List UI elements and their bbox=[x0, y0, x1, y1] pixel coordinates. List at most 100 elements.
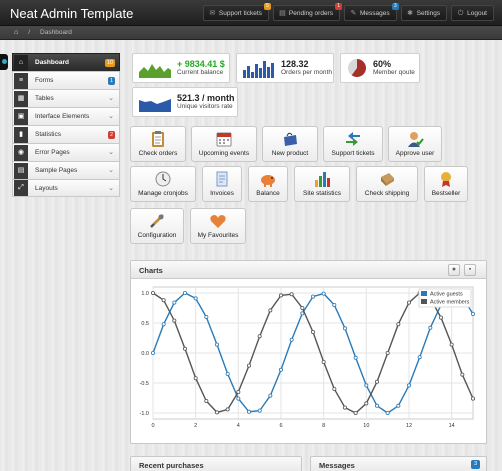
chevron-down-icon: ⌄ bbox=[108, 113, 114, 120]
data-point bbox=[460, 372, 465, 377]
pages-icon: ▤ bbox=[14, 162, 28, 179]
stat-label: Member qoute bbox=[373, 69, 415, 76]
y-tick-label: -0.5 bbox=[140, 381, 149, 387]
sidebar-item-label: Dashboard bbox=[35, 59, 69, 66]
messages-button[interactable]: ✎ Messages 3 bbox=[343, 3, 399, 21]
sidebar-item-label: Layouts bbox=[35, 184, 58, 192]
clipboard-icon bbox=[152, 131, 164, 147]
balance-button[interactable]: Balance bbox=[248, 166, 288, 202]
stat-orders-per-month[interactable]: 128.32 Orders per month bbox=[236, 53, 334, 83]
data-point bbox=[396, 403, 401, 408]
upcoming-events-button[interactable]: Upcoming events bbox=[191, 126, 257, 162]
sidebar-item-error-pages[interactable]: ◉ Error Pages ⌄ bbox=[12, 143, 120, 161]
data-point bbox=[150, 351, 155, 356]
data-point bbox=[470, 396, 475, 401]
data-point bbox=[417, 355, 422, 360]
chart-icon: ▮ bbox=[14, 126, 28, 143]
refresh-icon[interactable]: ● bbox=[448, 264, 460, 276]
data-point bbox=[150, 290, 155, 295]
table-icon: ▦ bbox=[14, 90, 28, 107]
data-point bbox=[172, 300, 177, 305]
sidebar-toggle-handle[interactable] bbox=[0, 54, 8, 70]
breadcrumb: ⌂ / Dashboard bbox=[0, 26, 502, 40]
sidebar-item-layouts[interactable]: ⤢ Layouts ⌄ bbox=[12, 179, 120, 197]
messages-panel-title: Messages bbox=[319, 461, 355, 470]
data-point bbox=[161, 298, 166, 303]
y-tick-label: 1.0 bbox=[141, 291, 149, 297]
data-point bbox=[193, 376, 198, 381]
shortcut-label: Configuration bbox=[137, 232, 177, 239]
check-shipping-button[interactable]: Check shipping bbox=[356, 166, 418, 202]
save-icon[interactable]: ▪ bbox=[464, 264, 476, 276]
data-point bbox=[225, 372, 230, 377]
data-point bbox=[449, 342, 454, 347]
shortcut-label: Check shipping bbox=[364, 190, 410, 197]
app-title: Neat Admin Template bbox=[10, 6, 134, 21]
tools-icon bbox=[150, 214, 164, 228]
stat-member-quote[interactable]: 60% Member qoute bbox=[340, 53, 420, 83]
breadcrumb-current[interactable]: Dashboard bbox=[40, 29, 72, 36]
my-favourites-button[interactable]: My Favourites bbox=[190, 208, 246, 244]
pending-orders-button[interactable]: ▤ Pending orders 1 bbox=[272, 3, 342, 21]
sidebar-item-label: Statistics bbox=[35, 131, 62, 138]
site-statistics-button[interactable]: Site statistics bbox=[294, 166, 350, 202]
sidebar-item-forms[interactable]: ≡ Forms 1 bbox=[12, 71, 120, 89]
piggy-bank-icon bbox=[261, 175, 275, 187]
configuration-button[interactable]: Configuration bbox=[130, 208, 184, 244]
sidebar-item-label: Tables bbox=[35, 95, 54, 102]
award-icon bbox=[441, 172, 451, 187]
data-point bbox=[321, 291, 326, 296]
cart-icon: ▤ bbox=[279, 9, 286, 17]
x-tick-label: 2 bbox=[194, 423, 197, 429]
x-tick-label: 10 bbox=[363, 423, 369, 429]
sidebar-item-dashboard[interactable]: ⌂ Dashboard 10 bbox=[12, 53, 120, 71]
data-point bbox=[374, 403, 379, 408]
new-product-button[interactable]: New product bbox=[262, 126, 318, 162]
data-point bbox=[172, 318, 177, 323]
sidebar-item-interface-elements[interactable]: ▣ Interface Elements ⌄ bbox=[12, 107, 120, 125]
logout-button[interactable]: ⏻ Logout bbox=[451, 5, 494, 21]
charts-panel: Charts ● ▪ -1.0 -0.5 0.0 0.5 1.0 0 2 4 6 8 10 12 14 A… bbox=[130, 260, 487, 444]
sidebar-item-tables[interactable]: ▦ Tables ⌄ bbox=[12, 89, 120, 107]
data-point bbox=[428, 325, 433, 330]
y-tick-label: 0.5 bbox=[141, 321, 149, 327]
data-point bbox=[470, 312, 475, 317]
stat-current-balance[interactable]: + 9834.41 $ Current balance bbox=[132, 53, 230, 83]
messages-panel: Messages 3 bbox=[310, 456, 487, 471]
shortcut-label: My Favourites bbox=[197, 232, 239, 239]
data-point bbox=[385, 351, 390, 356]
shortcut-label: Manage cronjobs bbox=[138, 190, 188, 197]
stat-unique-visitors[interactable]: 521.3 / month Unique visitors rate bbox=[132, 87, 238, 117]
logout-label: Logout bbox=[467, 9, 487, 17]
check-orders-button[interactable]: Check orders bbox=[130, 126, 186, 162]
legend-label: Active members bbox=[430, 300, 470, 306]
stat-label: Current balance bbox=[177, 69, 224, 76]
stat-value: 521.3 / month bbox=[177, 93, 235, 103]
support-tickets-button[interactable]: ✉ Support tickets 5 bbox=[202, 3, 271, 21]
support-tickets-shortcut[interactable]: Support tickets bbox=[323, 126, 383, 162]
sidebar-badge: 10 bbox=[104, 59, 115, 67]
data-point bbox=[278, 367, 283, 372]
invoices-button[interactable]: Invoices bbox=[202, 166, 242, 202]
sidebar-item-statistics[interactable]: ▮ Statistics 2 bbox=[12, 125, 120, 143]
recent-purchases-title: Recent purchases bbox=[139, 461, 204, 470]
manage-cronjobs-button[interactable]: Manage cronjobs bbox=[130, 166, 196, 202]
sidebar: ⌂ Dashboard 10 ≡ Forms 1 ▦ Tables ⌄ ▣ In… bbox=[12, 53, 120, 197]
shortcut-label: New product bbox=[271, 150, 309, 157]
bestseller-button[interactable]: Bestseller bbox=[424, 166, 468, 202]
pending-orders-badge: 1 bbox=[335, 3, 342, 10]
pending-orders-label: Pending orders bbox=[288, 9, 333, 17]
sidebar-badge: 1 bbox=[107, 77, 115, 85]
chevron-down-icon: ⌄ bbox=[108, 149, 114, 156]
data-point bbox=[289, 292, 294, 297]
legend-label: Active guests bbox=[430, 292, 463, 298]
data-point bbox=[193, 296, 198, 301]
stat-label: Unique visitors rate bbox=[177, 103, 233, 110]
approve-user-button[interactable]: Approve user bbox=[388, 126, 442, 162]
settings-button[interactable]: ✱ Settings bbox=[400, 5, 448, 21]
data-point bbox=[247, 409, 252, 414]
home-icon[interactable]: ⌂ bbox=[14, 29, 18, 36]
sidebar-item-sample-pages[interactable]: ▤ Sample Pages ⌄ bbox=[12, 161, 120, 179]
layout-icon: ⤢ bbox=[14, 180, 28, 196]
power-icon: ⏻ bbox=[457, 9, 464, 17]
